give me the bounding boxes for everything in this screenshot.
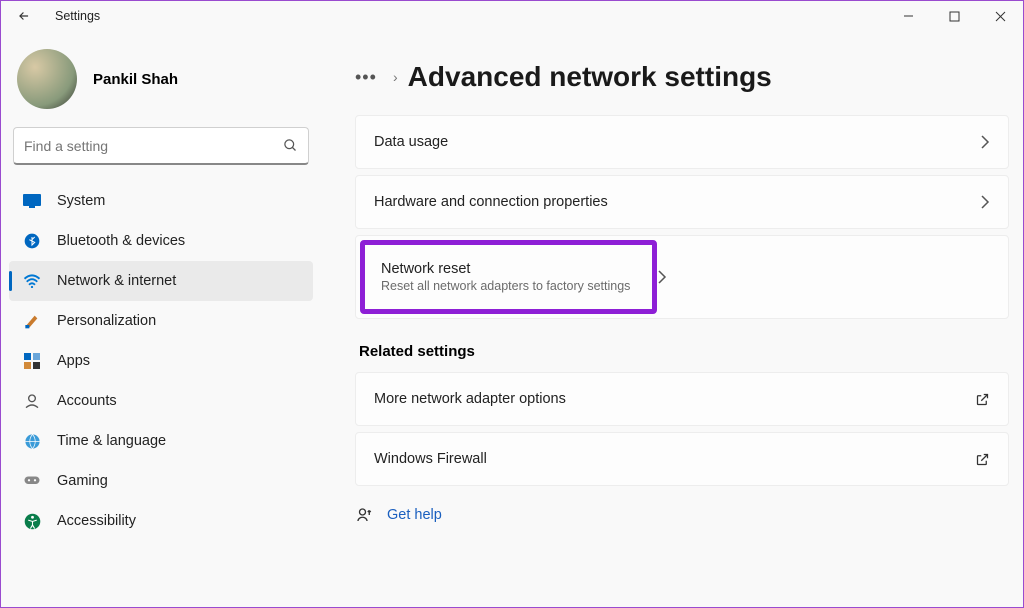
card-label: Windows Firewall (374, 451, 487, 467)
sidebar-item-system[interactable]: System (9, 181, 313, 221)
sidebar-item-personalization[interactable]: Personalization (9, 301, 313, 341)
get-help-link[interactable]: Get help (387, 507, 442, 523)
page-title: Advanced network settings (408, 61, 772, 93)
card-hardware-props[interactable]: Hardware and connection properties (355, 175, 1009, 229)
minimize-button[interactable] (885, 1, 931, 31)
sidebar-item-time[interactable]: Time & language (9, 421, 313, 461)
sidebar-item-accessibility[interactable]: Accessibility (9, 501, 313, 541)
sidebar-item-label: Personalization (57, 313, 156, 329)
chevron-right-icon (980, 135, 990, 149)
nav-list: System Bluetooth & devices Network & int… (9, 181, 313, 541)
sidebar-item-label: Gaming (57, 473, 108, 489)
sidebar-item-label: System (57, 193, 105, 209)
sidebar-item-bluetooth[interactable]: Bluetooth & devices (9, 221, 313, 261)
external-link-icon (975, 392, 990, 407)
bluetooth-icon (23, 232, 41, 250)
card-sublabel: Reset all network adapters to factory se… (381, 279, 630, 293)
sidebar: Pankil Shah System Bluetooth & devices N… (1, 31, 321, 607)
sidebar-item-label: Bluetooth & devices (57, 233, 185, 249)
sidebar-item-network[interactable]: Network & internet (9, 261, 313, 301)
sidebar-item-label: Time & language (57, 433, 166, 449)
gamepad-icon (23, 472, 41, 490)
card-network-reset[interactable]: Network reset Reset all network adapters… (355, 235, 1009, 319)
sidebar-item-label: Accounts (57, 393, 117, 409)
brush-icon (23, 312, 41, 330)
profile[interactable]: Pankil Shah (9, 49, 313, 109)
chevron-right-icon (980, 195, 990, 209)
sidebar-item-label: Accessibility (57, 513, 136, 529)
external-link-icon (975, 452, 990, 467)
card-label: Data usage (374, 134, 448, 150)
card-adapter-options[interactable]: More network adapter options (355, 372, 1009, 426)
section-heading: Related settings (359, 343, 1009, 360)
get-help-row[interactable]: Get help (355, 506, 1009, 524)
search-box[interactable] (13, 127, 309, 165)
search-input[interactable] (24, 138, 283, 154)
highlight-annotation: Network reset Reset all network adapters… (360, 240, 657, 314)
sidebar-item-label: Apps (57, 353, 90, 369)
card-label: Network reset (381, 261, 630, 277)
breadcrumb-more[interactable]: ••• (355, 67, 383, 88)
search-icon (283, 138, 298, 153)
card-label: More network adapter options (374, 391, 566, 407)
apps-icon (23, 352, 41, 370)
user-name: Pankil Shah (93, 71, 178, 88)
sidebar-item-label: Network & internet (57, 273, 176, 289)
card-inner: Network reset Reset all network adapters… (371, 251, 646, 303)
window-title: Settings (55, 9, 100, 23)
help-icon (355, 506, 373, 524)
maximize-button[interactable] (931, 1, 977, 31)
breadcrumb: ••• › Advanced network settings (355, 61, 1009, 93)
accessibility-icon (23, 512, 41, 530)
user-icon (23, 392, 41, 410)
main-content: ••• › Advanced network settings Data usa… (321, 31, 1023, 607)
display-icon (23, 192, 41, 210)
card-windows-firewall[interactable]: Windows Firewall (355, 432, 1009, 486)
back-button[interactable] (15, 9, 33, 23)
chevron-right-icon (657, 270, 667, 284)
close-button[interactable] (977, 1, 1023, 31)
card-label: Hardware and connection properties (374, 194, 608, 210)
card-data-usage[interactable]: Data usage (355, 115, 1009, 169)
sidebar-item-accounts[interactable]: Accounts (9, 381, 313, 421)
chevron-right-icon: › (393, 69, 398, 85)
wifi-icon (23, 272, 41, 290)
sidebar-item-gaming[interactable]: Gaming (9, 461, 313, 501)
avatar (17, 49, 77, 109)
globe-clock-icon (23, 432, 41, 450)
sidebar-item-apps[interactable]: Apps (9, 341, 313, 381)
